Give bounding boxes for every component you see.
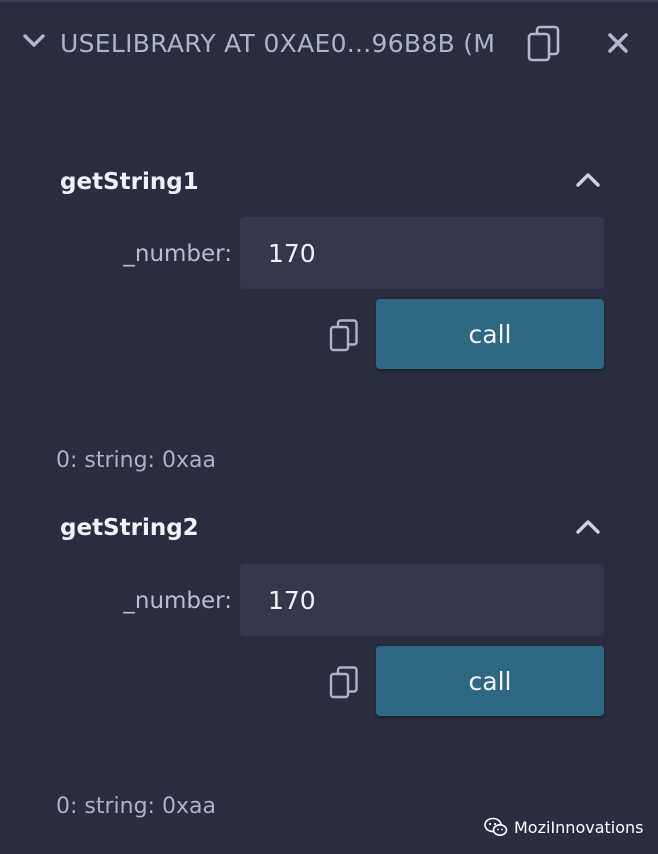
param-input-number[interactable]: [240, 564, 604, 636]
function-name-getstring1: getString1: [60, 169, 199, 195]
function-name-getstring2: getString2: [60, 515, 199, 541]
copy-icon[interactable]: [328, 318, 360, 354]
copy-icon[interactable]: [328, 665, 360, 701]
call-result: 0: string: 0xaa: [56, 794, 216, 819]
close-icon[interactable]: [603, 28, 633, 58]
watermark-text: MoziInnovations: [514, 817, 644, 837]
param-input-number[interactable]: [240, 217, 604, 289]
chevron-up-icon[interactable]: [574, 517, 602, 537]
call-button[interactable]: call: [376, 299, 604, 369]
copy-icon[interactable]: [526, 24, 562, 64]
param-label-number: _number:: [123, 588, 232, 614]
wechat-icon: [484, 817, 508, 836]
chevron-up-icon[interactable]: [574, 170, 602, 190]
deployed-contract-panel: USELIBRARY AT 0XAE0...96B8B (M getString…: [0, 0, 658, 854]
watermark: MoziInnovations: [484, 814, 654, 840]
contract-title[interactable]: USELIBRARY AT 0XAE0...96B8B (M: [60, 26, 496, 62]
param-label-number: _number:: [123, 241, 232, 267]
call-button[interactable]: call: [376, 646, 604, 716]
call-result: 0: string: 0xaa: [56, 448, 216, 473]
chevron-down-icon[interactable]: [22, 31, 46, 51]
contract-header: USELIBRARY AT 0XAE0...96B8B (M: [0, 0, 658, 86]
